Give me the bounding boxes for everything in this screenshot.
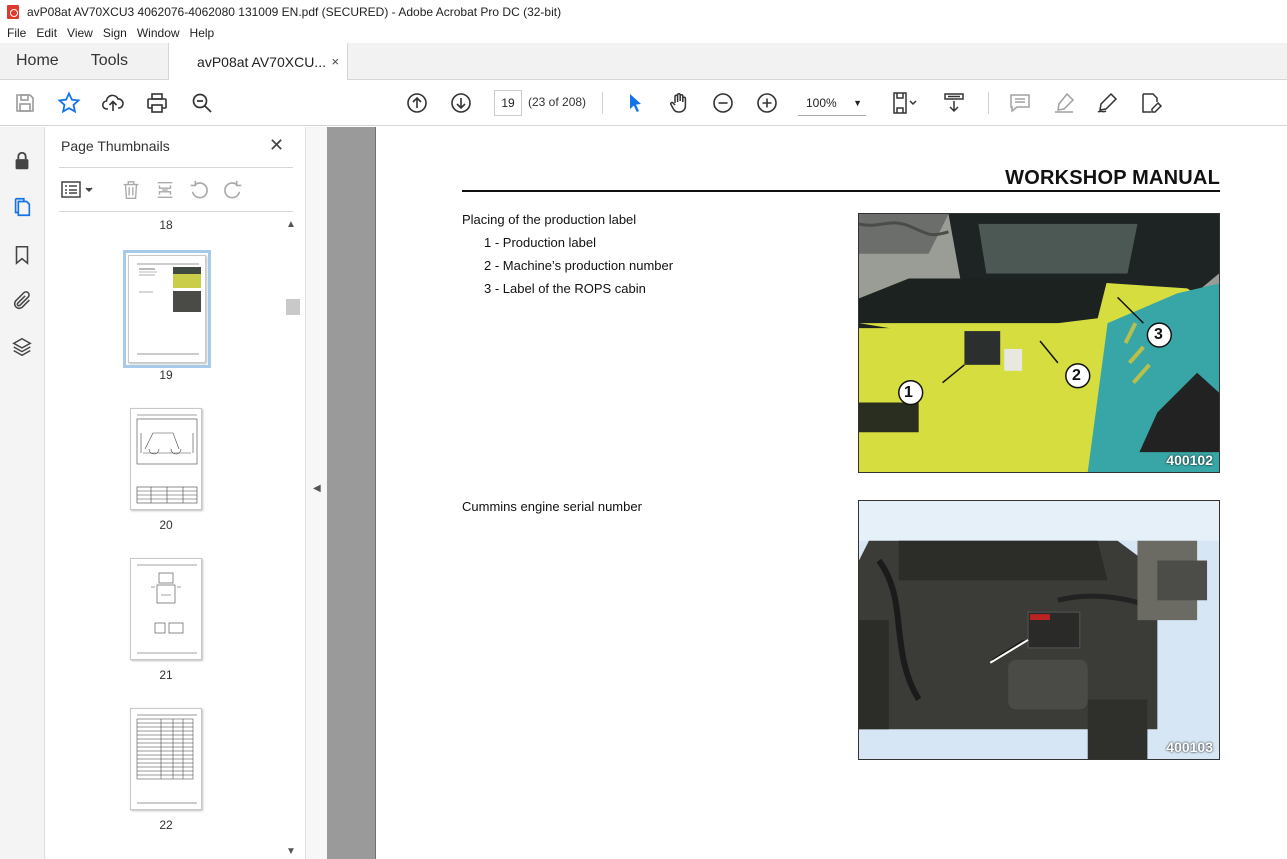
photo-code: 400103 bbox=[1166, 739, 1213, 755]
thumbnail-options-icon[interactable] bbox=[59, 179, 97, 201]
attachment-paperclip-icon[interactable] bbox=[10, 289, 34, 313]
photo-code: 400102 bbox=[1166, 452, 1213, 468]
rotate-clockwise-icon[interactable] bbox=[221, 179, 245, 201]
page-thumbnails-icon[interactable] bbox=[10, 195, 34, 219]
window-title: avP08at AV70XCU3 4062076-4062080 131009 … bbox=[27, 4, 562, 19]
scrollbar-thumb[interactable] bbox=[286, 299, 300, 315]
thumbnail-label-19: 19 bbox=[159, 368, 173, 382]
list-item: 2 - Machine’s production number bbox=[484, 258, 674, 273]
thumbnail-page-20[interactable] bbox=[130, 408, 202, 510]
save-icon[interactable] bbox=[11, 89, 39, 117]
production-label-photo: 1 2 3 400102 bbox=[858, 213, 1220, 473]
menu-sign[interactable]: Sign bbox=[98, 26, 132, 40]
callout-2: 2 bbox=[1072, 367, 1081, 384]
tab-tools[interactable]: Tools bbox=[75, 43, 144, 79]
zoom-in-icon[interactable] bbox=[753, 89, 781, 117]
scroll-up-arrow-icon[interactable]: ▲ bbox=[286, 219, 296, 230]
layers-icon[interactable] bbox=[10, 335, 34, 359]
toolbar-divider bbox=[602, 92, 603, 114]
bookmark-icon[interactable] bbox=[10, 243, 34, 267]
section-title-engine-serial: Cummins engine serial number bbox=[462, 499, 642, 514]
delete-page-icon[interactable] bbox=[119, 179, 143, 201]
close-panel-icon[interactable]: ✕ bbox=[269, 135, 284, 156]
thumbnail-label-22: 22 bbox=[159, 818, 173, 832]
thumbnail-label-20: 20 bbox=[159, 518, 173, 532]
fill-sign-icon[interactable] bbox=[1137, 89, 1165, 117]
menu-window[interactable]: Window bbox=[132, 26, 185, 40]
panel-splitter[interactable]: ◀ bbox=[305, 127, 327, 859]
tab-document[interactable]: avP08at AV70XCU... × bbox=[168, 43, 349, 80]
chevron-down-icon: ▼ bbox=[853, 98, 862, 108]
main-toolbar: 19 (23 of 208) 100% ▼ bbox=[0, 80, 1287, 126]
menu-file[interactable]: File bbox=[2, 26, 31, 40]
star-bookmark-icon[interactable] bbox=[55, 89, 83, 117]
previous-page-icon[interactable] bbox=[403, 89, 431, 117]
thumbnail-label-18: 18 bbox=[159, 218, 173, 232]
left-navigation-rail bbox=[0, 127, 45, 859]
page-heading: WORKSHOP MANUAL bbox=[1005, 167, 1220, 189]
document-view[interactable]: WORKSHOP MANUAL Placing of the productio… bbox=[327, 127, 1287, 859]
upload-cloud-icon[interactable] bbox=[99, 89, 127, 117]
list-item: 1 - Production label bbox=[484, 235, 597, 250]
menu-view[interactable]: View bbox=[62, 26, 98, 40]
thumbnail-page-22[interactable] bbox=[130, 708, 202, 810]
next-page-icon[interactable] bbox=[447, 89, 475, 117]
scroll-down-arrow-icon[interactable]: ▼ bbox=[286, 846, 296, 857]
close-tab-icon[interactable]: × bbox=[331, 54, 339, 69]
select-cursor-icon[interactable] bbox=[621, 89, 649, 117]
acrobat-pdf-icon bbox=[7, 4, 19, 19]
tab-bar: Home Tools avP08at AV70XCU... × bbox=[0, 43, 1287, 80]
menu-bar: File Edit View Sign Window Help bbox=[0, 23, 1287, 43]
panel-divider bbox=[59, 211, 293, 212]
callout-1: 1 bbox=[904, 384, 913, 401]
menu-help[interactable]: Help bbox=[185, 26, 220, 40]
menu-edit[interactable]: Edit bbox=[31, 26, 62, 40]
callout-3: 3 bbox=[1154, 326, 1163, 343]
page-thumbnails-panel: Page Thumbnails ✕ 18 19 20 21 22 ▲ ▼ bbox=[45, 127, 305, 859]
draw-sign-icon[interactable] bbox=[1093, 89, 1121, 117]
list-item: 3 - Label of the ROPS cabin bbox=[484, 281, 646, 296]
toolbar-divider bbox=[988, 92, 989, 114]
thumbnail-page-21[interactable] bbox=[130, 558, 202, 660]
lock-icon[interactable] bbox=[10, 149, 34, 173]
rotate-counterclockwise-icon[interactable] bbox=[187, 179, 211, 201]
comment-icon[interactable] bbox=[1006, 89, 1034, 117]
tab-home[interactable]: Home bbox=[0, 43, 75, 79]
zoom-search-icon[interactable] bbox=[188, 89, 216, 117]
thumbnail-scrollbar[interactable]: ▲ ▼ bbox=[286, 219, 300, 859]
extract-page-icon[interactable] bbox=[153, 179, 177, 201]
zoom-level-dropdown[interactable]: 100% ▼ bbox=[798, 90, 866, 116]
zoom-level-value: 100% bbox=[806, 95, 837, 110]
print-icon[interactable] bbox=[143, 89, 171, 117]
highlight-pen-icon[interactable] bbox=[1050, 89, 1078, 117]
engine-serial-photo: 400103 bbox=[858, 500, 1220, 760]
panel-title: Page Thumbnails bbox=[61, 138, 170, 154]
page-number-input[interactable]: 19 bbox=[494, 90, 522, 116]
document-tab-label: avP08at AV70XCU... bbox=[197, 53, 326, 70]
page-count-label: (23 of 208) bbox=[528, 95, 587, 109]
scroll-mode-icon[interactable] bbox=[940, 89, 968, 117]
title-bar: avP08at AV70XCU3 4062076-4062080 131009 … bbox=[0, 0, 1287, 23]
hand-pan-icon[interactable] bbox=[665, 89, 693, 117]
panel-divider bbox=[59, 167, 293, 168]
zoom-out-icon[interactable] bbox=[709, 89, 737, 117]
section-title-production-label: Placing of the production label bbox=[462, 212, 637, 227]
thumbnail-page-19[interactable] bbox=[123, 250, 211, 368]
collapse-panel-arrow-icon[interactable]: ◀ bbox=[313, 483, 321, 494]
pdf-page: WORKSHOP MANUAL Placing of the productio… bbox=[375, 127, 1287, 859]
page-fit-icon[interactable] bbox=[886, 89, 926, 117]
heading-rule bbox=[462, 190, 1220, 192]
thumbnail-label-21: 21 bbox=[159, 668, 173, 682]
